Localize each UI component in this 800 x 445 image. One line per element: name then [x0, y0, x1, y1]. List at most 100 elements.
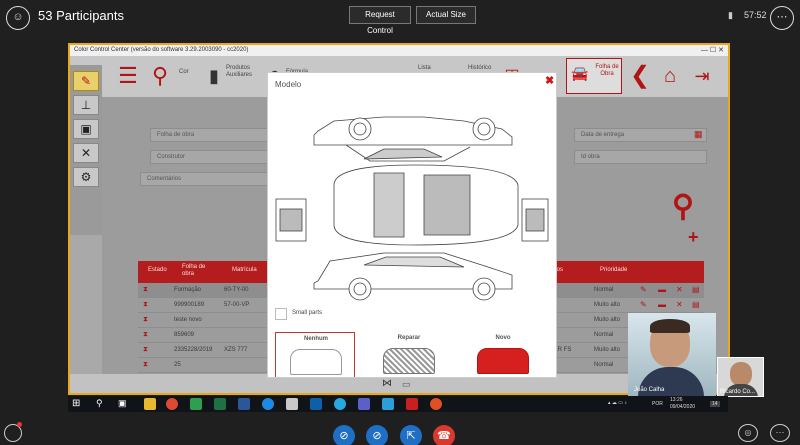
firefox-icon[interactable]: [430, 398, 442, 410]
app-window-title: Color Control Center (versão do software…: [70, 45, 728, 56]
delete-icon[interactable]: ✕: [676, 285, 683, 294]
car-icon[interactable]: ▬: [658, 285, 666, 294]
car-icon[interactable]: ▬: [658, 300, 666, 309]
construtor-field[interactable]: Construtor: [150, 150, 280, 164]
row-folha: 2335228/2019: [174, 347, 213, 353]
teams-icon[interactable]: [358, 398, 370, 410]
drive-icon[interactable]: [190, 398, 202, 410]
edge-icon[interactable]: [262, 398, 274, 410]
window-controls[interactable]: — ☐ ✕: [701, 45, 724, 56]
word-icon[interactable]: [238, 398, 250, 410]
more-options-icon[interactable]: ⋯: [770, 424, 790, 442]
browser-icon[interactable]: [286, 398, 298, 410]
id-obra-field[interactable]: Id obra: [574, 150, 707, 164]
toolbar-produtos-label[interactable]: Produtos Auxiliares: [226, 65, 258, 79]
row-folha: 25: [174, 362, 181, 368]
col-estado[interactable]: Estado: [148, 267, 167, 274]
row-folha: 999900189: [174, 302, 205, 308]
toolbar-lista-label[interactable]: Lista: [418, 65, 431, 72]
toolbar-historico-label[interactable]: Histórico: [468, 65, 491, 72]
request-control-button[interactable]: Request Control: [349, 6, 411, 35]
hang-up-icon[interactable]: ☎: [433, 425, 455, 445]
skype-icon[interactable]: [334, 398, 346, 410]
actual-size-button[interactable]: Actual Size: [416, 6, 476, 24]
meeting-timer: 57:52: [744, 10, 767, 20]
participant-video-main[interactable]: João Calha: [628, 313, 716, 397]
option-nenhum[interactable]: Nenhum: [275, 332, 355, 377]
signal-icon: ▮: [728, 10, 733, 20]
data-de-entrega-field[interactable]: Data de entrega: [574, 128, 707, 142]
file-explorer-icon[interactable]: [144, 398, 156, 410]
search-icon[interactable]: ⚲: [672, 189, 694, 224]
sheet-icon[interactable]: ▤: [692, 285, 700, 294]
option-novo[interactable]: Novo: [463, 332, 543, 377]
toolbar-cor-label[interactable]: Cor: [179, 69, 189, 76]
call-quality-icon[interactable]: ◎: [738, 424, 758, 442]
col-prioridade[interactable]: Prioridade: [600, 267, 627, 274]
share-screen-icon[interactable]: ⇱: [400, 425, 422, 445]
row-prioridade: Normal: [594, 332, 614, 338]
keyboard-icon[interactable]: ▭: [402, 379, 411, 390]
color-search-icon[interactable]: ⚲: [146, 62, 174, 90]
close-icon[interactable]: ✖: [545, 74, 554, 87]
row-prioridade: Muito alto: [594, 347, 621, 353]
mic-off-icon[interactable]: ⊘: [366, 425, 388, 445]
spray-gun-icon[interactable]: ✎: [73, 71, 99, 91]
menu-icon[interactable]: ☰: [114, 62, 142, 90]
participant2-face: [730, 362, 752, 386]
car-damage-diagram[interactable]: [274, 113, 552, 303]
folha-de-obra-tab[interactable]: 🚘 Folha de Obra: [566, 58, 622, 94]
camera-off-icon[interactable]: ⊘: [333, 425, 355, 445]
folha-de-obra-field[interactable]: Folha de obra: [150, 128, 280, 142]
task-view-icon[interactable]: ▣: [118, 398, 127, 409]
bow-tie-icon[interactable]: ⋈: [382, 378, 392, 389]
option-nenhum-label: Nenhum: [304, 336, 328, 342]
row-folha: Formação: [174, 287, 202, 293]
hourglass-icon: ⧗: [143, 331, 148, 338]
language-indicator[interactable]: POR: [652, 401, 663, 407]
search-icon[interactable]: ⚲: [96, 398, 103, 409]
participant-video-small[interactable]: Ricardo Co...: [717, 357, 764, 397]
dialog-title: Modelo: [275, 80, 302, 89]
participants-count: 53 Participants: [38, 8, 124, 23]
sheet-icon[interactable]: ▤: [692, 300, 700, 309]
hourglass-icon: ⧗: [143, 316, 148, 323]
comentarios-field[interactable]: Comentários: [140, 172, 280, 186]
col-matricula[interactable]: Matrícula: [232, 267, 257, 274]
settings-gears-icon[interactable]: ⚙: [73, 167, 99, 187]
back-arrow-icon[interactable]: ❮: [626, 62, 654, 90]
add-icon[interactable]: +: [688, 227, 699, 248]
option-reparar[interactable]: Reparar: [369, 332, 449, 377]
tools-icon[interactable]: ✕: [73, 143, 99, 163]
row-folha: teste novo: [174, 317, 202, 323]
tray-icons[interactable]: ▴ ☁ ▭ ♪: [608, 400, 627, 406]
home-icon[interactable]: ⌂: [656, 62, 684, 90]
participant2-name: Ricardo Co...: [720, 389, 756, 395]
participants-icon[interactable]: ☺: [6, 6, 30, 30]
products-icon[interactable]: ▮: [200, 62, 228, 90]
meeting-top-bar: ☺ 53 Participants Request Control Actual…: [0, 0, 800, 40]
row-matricula: XZS 777: [224, 347, 248, 353]
participant1-name: João Calha: [634, 387, 665, 393]
color-control-icon[interactable]: [406, 398, 418, 410]
mixing-machine-icon[interactable]: ▣: [73, 119, 99, 139]
delete-icon[interactable]: ✕: [676, 300, 683, 309]
windows-taskbar: ⊞ ⚲ ▣ ▴ ☁ ▭ ♪ POR 13:26 09/04/2020 14: [68, 396, 728, 412]
edit-icon[interactable]: ✎: [640, 300, 647, 309]
calendar-icon[interactable]: ▦: [694, 129, 703, 140]
chrome-icon[interactable]: [166, 398, 178, 410]
windows-start-icon[interactable]: ⊞: [72, 398, 80, 409]
outlook-icon[interactable]: [310, 398, 322, 410]
exit-icon[interactable]: ⇥: [688, 62, 716, 90]
small-parts-checkbox[interactable]: [275, 308, 287, 320]
notifications-badge[interactable]: 14: [710, 401, 720, 407]
car-outline-icon: [290, 349, 342, 375]
small-parts-label: Small parts: [292, 310, 323, 316]
meeting-options-icon[interactable]: ⋯: [770, 6, 794, 30]
edit-icon[interactable]: ✎: [640, 285, 647, 294]
paint-roller-icon[interactable]: ⊥: [73, 95, 99, 115]
car-red-icon: [477, 348, 529, 374]
excel-icon[interactable]: [214, 398, 226, 410]
col-folha[interactable]: Folha de obra: [182, 264, 212, 278]
app-icon[interactable]: [382, 398, 394, 410]
